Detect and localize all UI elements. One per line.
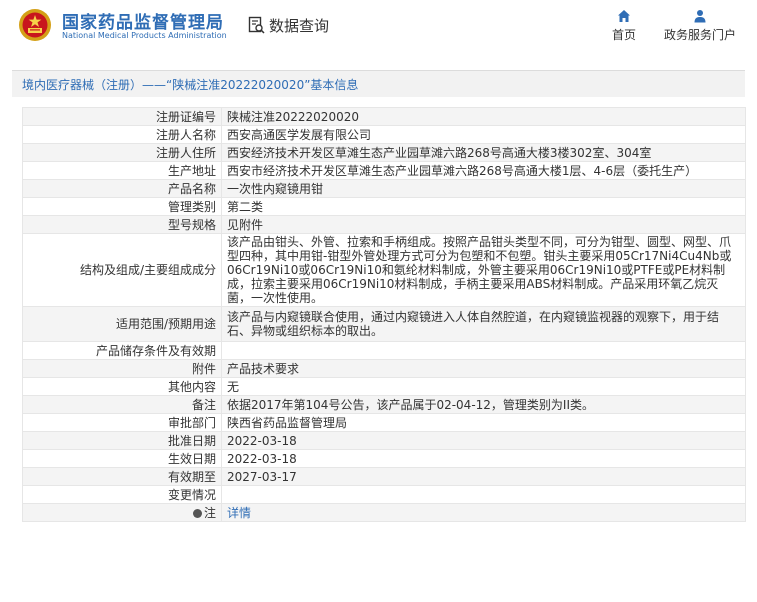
table-row: 注 详情 <box>22 503 746 522</box>
field-value <box>221 485 746 504</box>
field-value: 西安市经济技术开发区草滩生态产业园草滩六路268号高通大楼1层、4-6层（委托生… <box>221 161 746 180</box>
table-row: 注册人名称 西安高通医学发展有限公司 <box>22 125 746 144</box>
home-icon <box>618 10 630 22</box>
field-label: 生产地址 <box>22 161 222 180</box>
table-row: 备注 依据2017年第104号公告，该产品属于02-04-12，管理类别为II类… <box>22 395 746 414</box>
field-label: 注册证编号 <box>22 107 222 126</box>
section-title: 境内医疗器械（注册）——“陕械注准20222020020”基本信息 <box>22 77 359 92</box>
nav-home[interactable]: 首页 <box>604 9 644 43</box>
field-value: 详情 <box>221 503 746 522</box>
field-value: 产品技术要求 <box>221 359 746 378</box>
field-value: 该产品由钳头、外管、拉索和手柄组成。按照产品钳头类型不同，可分为钳型、圆型、网型… <box>221 233 746 307</box>
field-value: 第二类 <box>221 197 746 216</box>
document-search-icon <box>248 16 265 34</box>
nav-service-portal[interactable]: 政务服务门户 <box>658 9 742 43</box>
table-row: 审批部门 陕西省药品监督管理局 <box>22 413 746 432</box>
table-row: 其他内容 无 <box>22 377 746 396</box>
table-row: 变更情况 <box>22 485 746 504</box>
national-emblem-icon <box>19 9 51 41</box>
table-row: 注册人住所 西安经济技术开发区草滩生态产业园草滩六路268号高通大楼3楼302室… <box>22 143 746 162</box>
brand-title[interactable]: 国家药品监督管理局 <box>62 8 224 33</box>
table-row: 管理类别 第二类 <box>22 197 746 216</box>
field-value: 依据2017年第104号公告，该产品属于02-04-12，管理类别为II类。 <box>221 395 746 414</box>
field-label: 备注 <box>22 395 222 414</box>
table-row: 注册证编号 陕械注准20222020020 <box>22 107 746 126</box>
field-label: 型号规格 <box>22 215 222 234</box>
field-value: 见附件 <box>221 215 746 234</box>
field-label-note: 注 <box>22 503 222 522</box>
section-header: 境内医疗器械（注册）——“陕械注准20222020020”基本信息 <box>12 70 745 97</box>
field-label: 审批部门 <box>22 413 222 432</box>
field-label: 变更情况 <box>22 485 222 504</box>
user-icon <box>694 10 706 23</box>
brand-subtitle: National Medical Products Administration <box>62 31 227 40</box>
field-label: 注册人名称 <box>22 125 222 144</box>
field-value: 2027-03-17 <box>221 467 746 486</box>
table-row: 产品名称 一次性内窥镜用钳 <box>22 179 746 198</box>
field-value: 西安经济技术开发区草滩生态产业园草滩六路268号高通大楼3楼302室、304室 <box>221 143 746 162</box>
field-label: 生效日期 <box>22 449 222 468</box>
site-header: 国家药品监督管理局 National Medical Products Admi… <box>0 0 757 56</box>
field-label: 注册人住所 <box>22 143 222 162</box>
field-value: 西安高通医学发展有限公司 <box>221 125 746 144</box>
table-row: 适用范围/预期用途 该产品与内窥镜联合使用，通过内窥镜进入人体自然腔道，在内窥镜… <box>22 306 746 342</box>
data-query-link[interactable]: 数据查询 <box>248 14 329 36</box>
details-link[interactable]: 详情 <box>227 506 251 520</box>
table-row: 结构及组成/主要组成成分 该产品由钳头、外管、拉索和手柄组成。按照产品钳头类型不… <box>22 233 746 307</box>
table-row: 生产地址 西安市经济技术开发区草滩生态产业园草滩六路268号高通大楼1层、4-6… <box>22 161 746 180</box>
field-value: 陕械注准20222020020 <box>221 107 746 126</box>
field-label: 管理类别 <box>22 197 222 216</box>
field-value: 2022-03-18 <box>221 449 746 468</box>
nav-home-label: 首页 <box>611 28 636 42</box>
field-label: 附件 <box>22 359 222 378</box>
note-label: 注 <box>203 505 216 520</box>
field-label: 适用范围/预期用途 <box>22 306 222 342</box>
field-label: 产品名称 <box>22 179 222 198</box>
basic-info-table: 注册证编号 陕械注准20222020020 注册人名称 西安高通医学发展有限公司… <box>22 107 746 522</box>
table-row: 批准日期 2022-03-18 <box>22 431 746 450</box>
table-row: 产品储存条件及有效期 <box>22 341 746 360</box>
field-label: 产品储存条件及有效期 <box>22 341 222 360</box>
field-value: 2022-03-18 <box>221 431 746 450</box>
field-label: 其他内容 <box>22 377 222 396</box>
table-row: 型号规格 见附件 <box>22 215 746 234</box>
data-query-label: 数据查询 <box>269 16 330 35</box>
table-row: 生效日期 2022-03-18 <box>22 449 746 468</box>
field-label: 结构及组成/主要组成成分 <box>22 233 222 307</box>
table-row: 附件 产品技术要求 <box>22 359 746 378</box>
field-value: 无 <box>221 377 746 396</box>
field-label: 批准日期 <box>22 431 222 450</box>
field-value <box>221 341 746 360</box>
field-value: 一次性内窥镜用钳 <box>221 179 746 198</box>
field-label: 有效期至 <box>22 467 222 486</box>
table-row: 有效期至 2027-03-17 <box>22 467 746 486</box>
field-value: 该产品与内窥镜联合使用，通过内窥镜进入人体自然腔道，在内窥镜监视器的观察下，用于… <box>221 306 746 342</box>
field-value: 陕西省药品监督管理局 <box>221 413 746 432</box>
info-dot-icon <box>192 508 202 518</box>
nav-service-portal-label: 政务服务门户 <box>663 28 736 42</box>
